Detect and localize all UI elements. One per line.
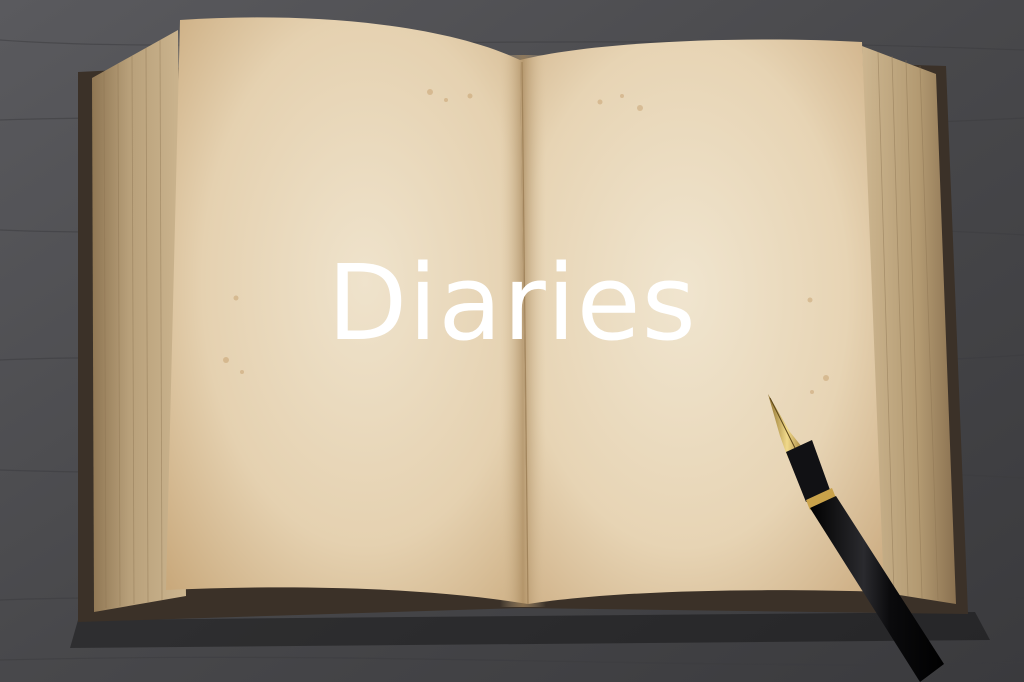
- banner-title: Diaries: [327, 242, 697, 364]
